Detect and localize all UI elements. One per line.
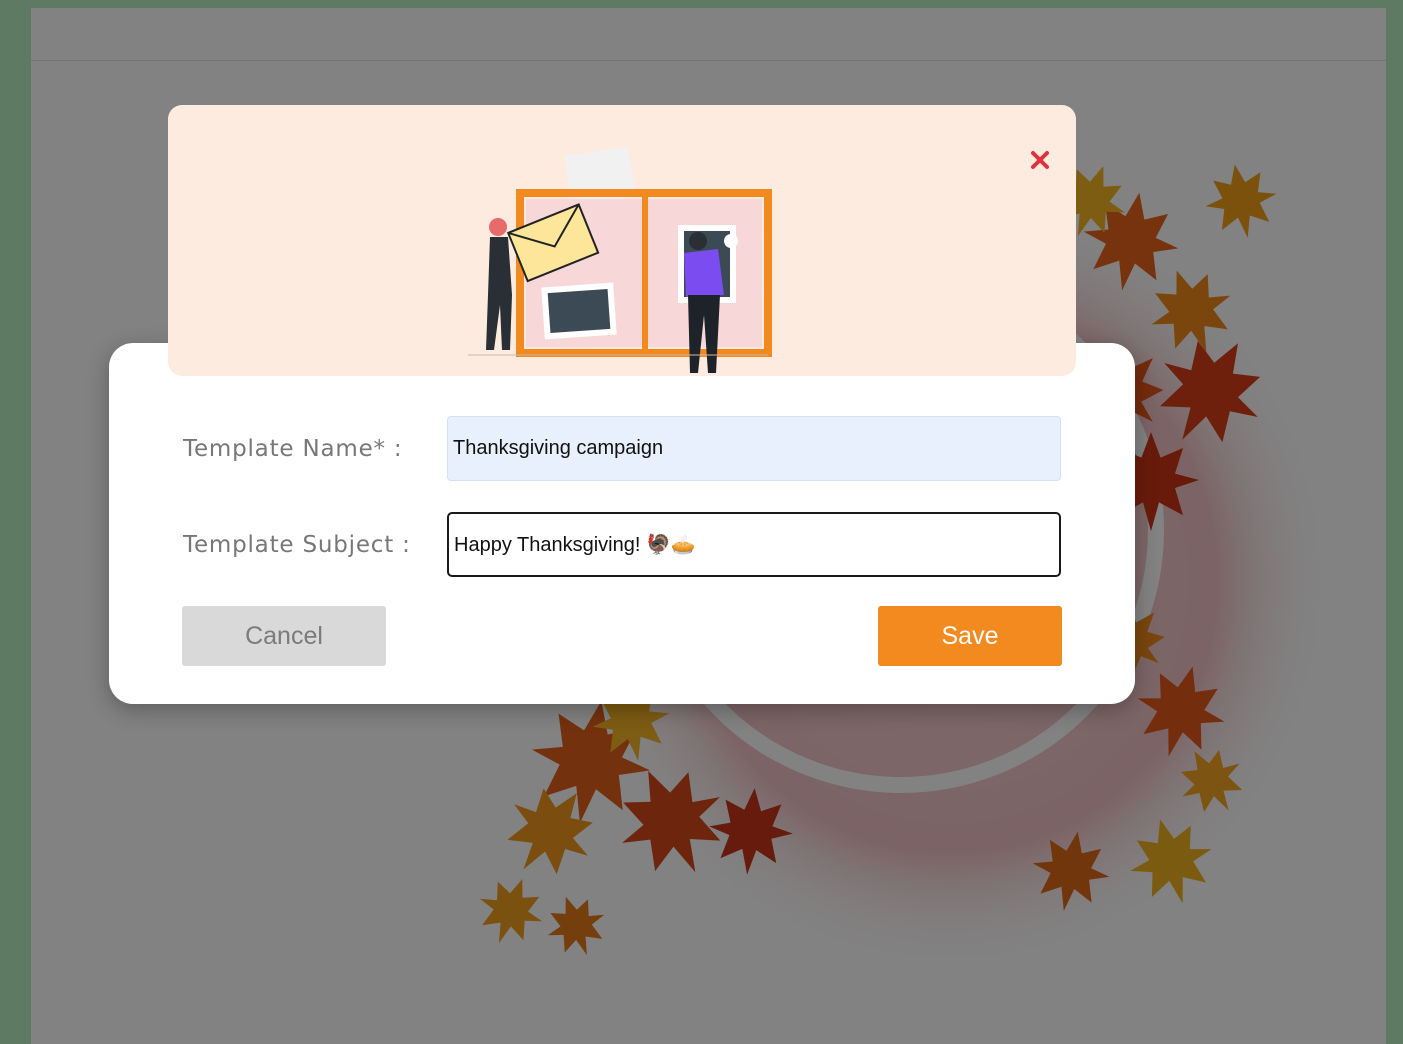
app-viewport: Template Name* : Template Subject : Canc… [31,8,1386,1044]
template-name-label: Template Name* : [183,436,403,462]
template-name-input[interactable] [447,416,1061,481]
template-subject-label: Template Subject : [183,532,411,558]
dialog-banner [168,105,1076,376]
template-subject-input[interactable] [447,512,1061,577]
close-icon[interactable] [1030,150,1050,170]
scrapbook-illustration [468,147,773,373]
cancel-button[interactable]: Cancel [182,606,386,666]
save-button[interactable]: Save [878,606,1062,666]
